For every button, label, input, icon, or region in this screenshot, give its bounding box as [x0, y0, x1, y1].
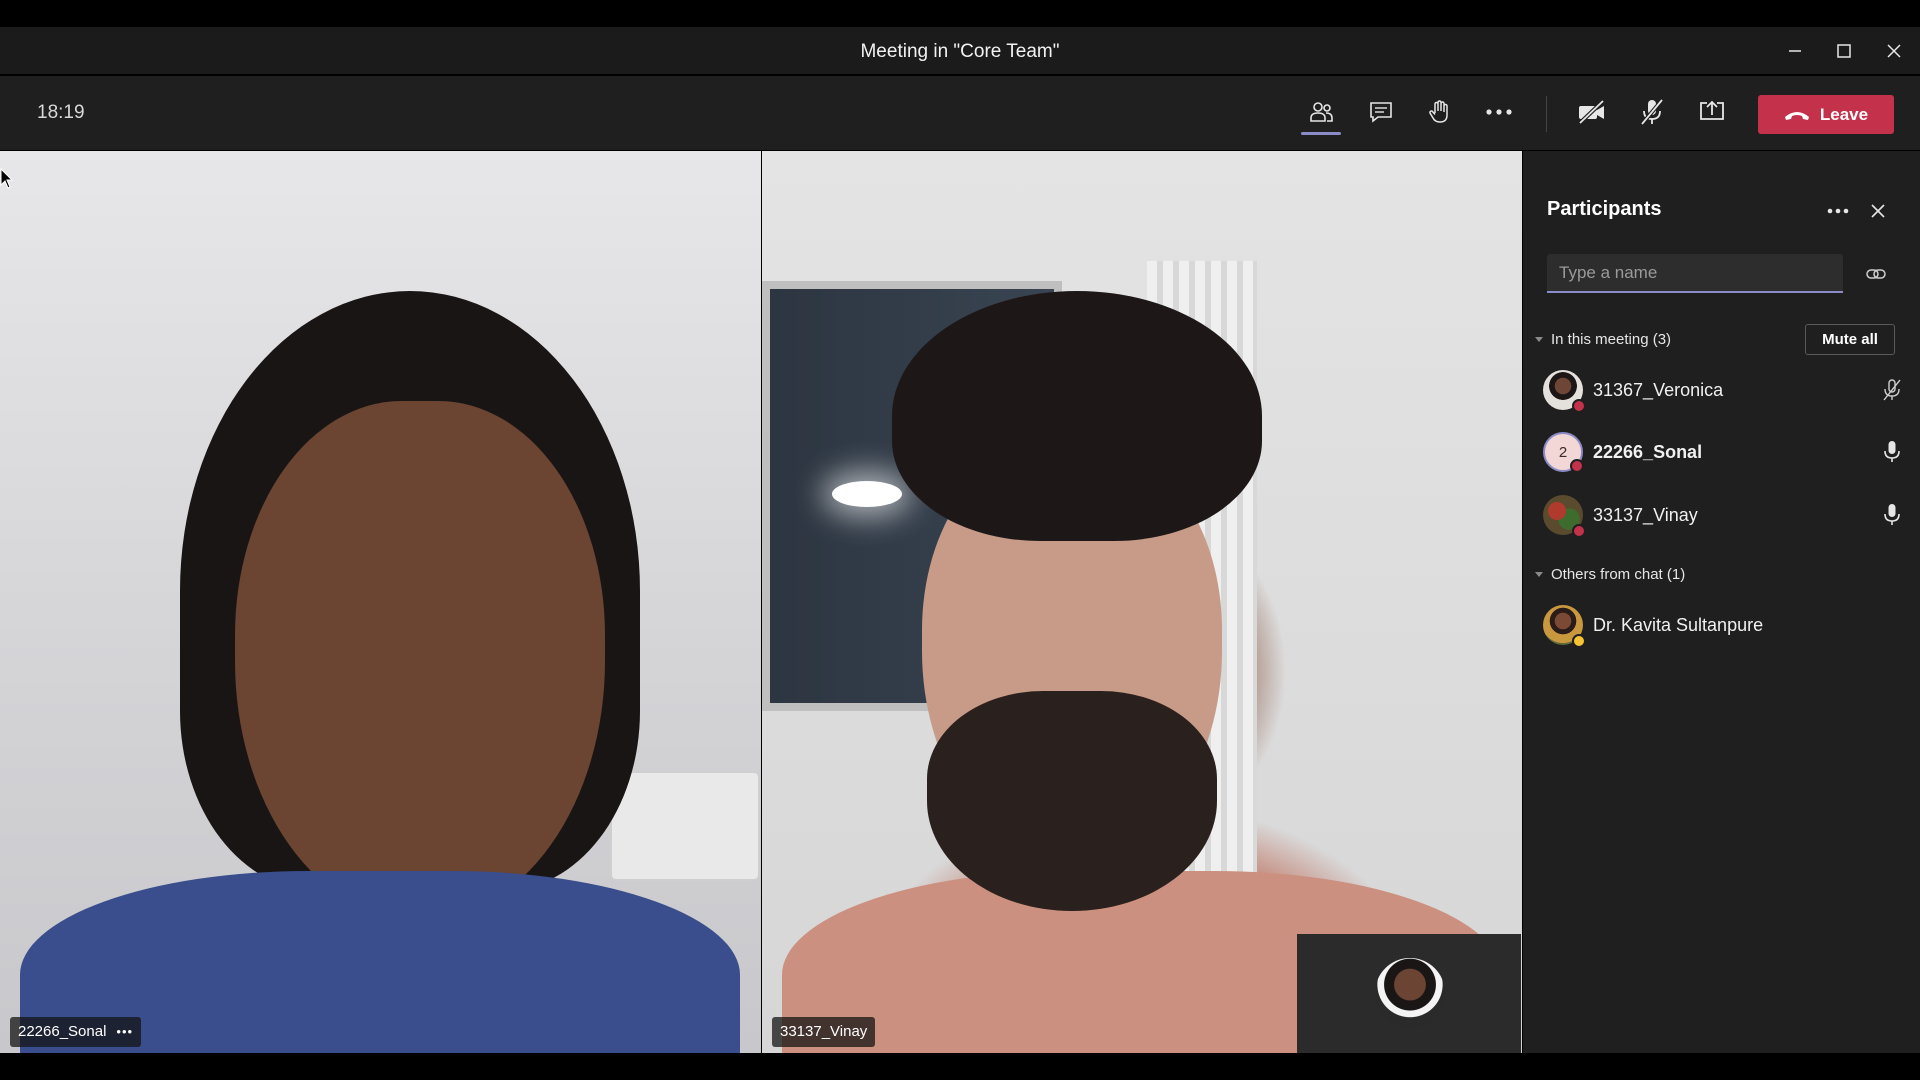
- toolbar-separator: [1546, 96, 1547, 132]
- mute-all-button[interactable]: Mute all: [1805, 324, 1895, 355]
- maximize-button[interactable]: [1821, 33, 1867, 69]
- close-button[interactable]: [1871, 33, 1917, 69]
- participant-mic-status: [1879, 502, 1905, 528]
- window-title: Meeting in "Core Team": [860, 41, 1060, 62]
- share-screen-icon: [1700, 100, 1724, 120]
- video-name-tag: 22266_Sonal •••: [10, 1017, 142, 1047]
- video-figure-face: [235, 401, 605, 921]
- chevron-down-icon: [1535, 571, 1543, 577]
- minimize-icon: [1789, 50, 1801, 52]
- show-chat-button[interactable]: [1357, 88, 1405, 136]
- others-label: Others from chat (1): [1551, 566, 1686, 583]
- camera-toggle-button[interactable]: [1568, 88, 1616, 136]
- participants-panel: Participants In this meeting (3) Mute al…: [1523, 151, 1920, 1053]
- more-options-icon: [1827, 208, 1849, 214]
- mic-off-icon: [1883, 379, 1901, 401]
- video-more-options-button[interactable]: •••: [116, 1017, 133, 1047]
- video-tile-vinay[interactable]: 33137_Vinay: [762, 151, 1522, 1053]
- chat-icon: [1370, 102, 1392, 123]
- panel-close-button[interactable]: [1862, 195, 1894, 227]
- meeting-timer: 18:19: [37, 102, 85, 123]
- presence-away-icon: [1572, 634, 1586, 648]
- participants-icon: [1310, 102, 1333, 122]
- mic-icon: [1884, 441, 1900, 462]
- participant-mic-status: [1879, 439, 1905, 465]
- link-icon: [1866, 269, 1886, 279]
- presence-busy-icon: [1572, 399, 1586, 413]
- hang-up-icon: [1784, 111, 1809, 120]
- participant-row[interactable]: 2 22266_Sonal: [1543, 427, 1913, 477]
- avatar: 2: [1543, 432, 1584, 473]
- video-name-label: 33137_Vinay: [780, 1023, 868, 1040]
- video-figure-beard: [927, 691, 1217, 911]
- camera-off-icon: [1578, 99, 1605, 125]
- participant-mic-status: [1879, 377, 1905, 403]
- background-light-decor: [832, 481, 902, 507]
- leave-button[interactable]: Leave: [1758, 95, 1894, 134]
- mic-toggle-button[interactable]: [1628, 88, 1676, 136]
- participant-name: 31367_Veronica: [1593, 379, 1724, 400]
- window-titlebar: Meeting in "Core Team": [0, 27, 1920, 75]
- mouse-cursor-icon: [0, 168, 14, 189]
- others-section-header[interactable]: Others from chat (1): [1535, 566, 1685, 583]
- share-invite-button[interactable]: [1861, 259, 1891, 289]
- leave-label: Leave: [1819, 104, 1869, 124]
- participant-search: [1547, 254, 1843, 293]
- self-avatar: [1375, 958, 1445, 1028]
- maximize-icon: [1837, 44, 1851, 58]
- more-options-icon: [1486, 109, 1512, 115]
- close-icon: [1887, 44, 1901, 58]
- in-meeting-section-header[interactable]: In this meeting (3): [1535, 331, 1671, 348]
- participant-row[interactable]: 31367_Veronica: [1543, 365, 1913, 415]
- video-figure-hair: [892, 291, 1262, 541]
- raise-hand-button[interactable]: [1416, 88, 1464, 136]
- participant-search-input[interactable]: [1547, 254, 1843, 291]
- show-participants-button[interactable]: [1297, 88, 1345, 136]
- meeting-toolbar: 18:19 Leave: [0, 76, 1920, 150]
- in-meeting-label: In this meeting (3): [1551, 331, 1672, 348]
- participant-name: 33137_Vinay: [1593, 504, 1698, 525]
- self-preview[interactable]: [1297, 934, 1521, 1053]
- avatar: [1543, 495, 1586, 538]
- video-name-label: 22266_Sonal: [18, 1023, 107, 1040]
- avatar: [1543, 605, 1586, 648]
- video-name-tag: 33137_Vinay: [772, 1017, 876, 1047]
- presence-busy-icon: [1572, 524, 1586, 538]
- panel-title: Participants: [1547, 198, 1662, 220]
- raise-hand-icon: [1429, 100, 1448, 123]
- more-actions-button[interactable]: [1475, 88, 1523, 136]
- close-icon: [1871, 204, 1885, 218]
- participant-name: 22266_Sonal: [1593, 441, 1703, 462]
- mic-icon: [1884, 504, 1900, 525]
- panel-more-button[interactable]: [1822, 195, 1854, 227]
- wall-socket-decor: [610, 771, 760, 881]
- chevron-down-icon: [1535, 336, 1543, 342]
- share-screen-button[interactable]: [1688, 88, 1736, 136]
- minimize-button[interactable]: [1772, 33, 1818, 69]
- presence-busy-icon: [1570, 459, 1584, 473]
- participant-row[interactable]: Dr. Kavita Sultanpure: [1543, 600, 1913, 650]
- video-tile-sonal[interactable]: 22266_Sonal •••: [0, 151, 761, 1053]
- participant-name: Dr. Kavita Sultanpure: [1593, 614, 1764, 635]
- avatar: [1543, 370, 1586, 413]
- avatar-initial: 2: [1558, 443, 1568, 461]
- mic-off-icon: [1640, 98, 1664, 126]
- participant-row[interactable]: 33137_Vinay: [1543, 490, 1913, 540]
